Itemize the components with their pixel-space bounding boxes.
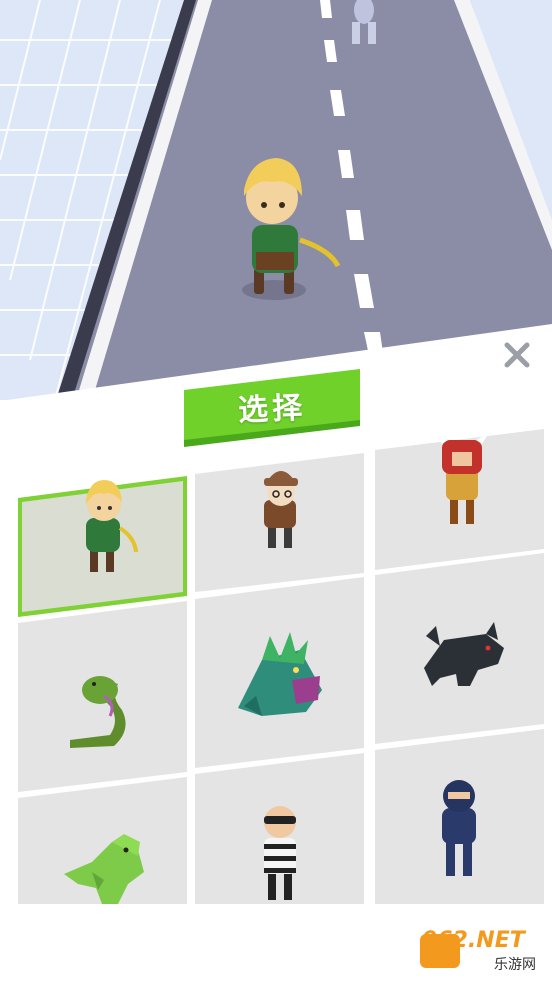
watermark-subtext: 乐游网 — [494, 957, 536, 973]
select-button-label[interactable]: 选择 — [183, 378, 361, 434]
close-icon — [504, 342, 530, 368]
close-button[interactable] — [500, 338, 534, 372]
watermark: 962.NET 乐游网 — [414, 926, 548, 976]
watermark-text: 962.NET — [422, 928, 525, 953]
character-select-panel: 选择 962.NET 乐游网 — [0, 0, 552, 981]
panel-graphic — [0, 324, 552, 981]
